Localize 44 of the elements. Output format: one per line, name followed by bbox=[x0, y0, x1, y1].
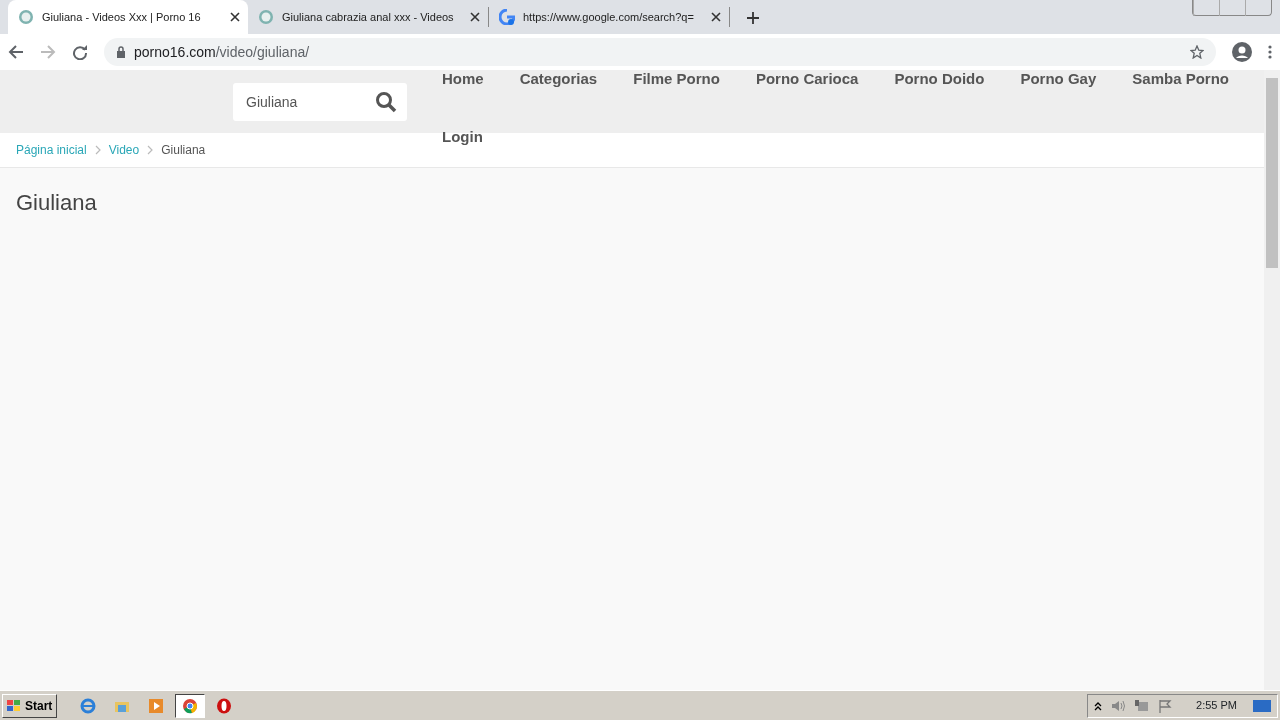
chevron-icon bbox=[94, 145, 101, 155]
address-bar[interactable]: porno16.com/video/giuliana/ bbox=[104, 38, 1216, 66]
chevron-up-icon[interactable] bbox=[1094, 700, 1103, 711]
nav-link[interactable]: Porno Doido bbox=[894, 70, 985, 88]
account-icon[interactable] bbox=[1232, 42, 1252, 62]
browser-tab[interactable]: Giuliana cabrazia anal xxx - Videos bbox=[248, 0, 488, 34]
star-icon[interactable] bbox=[1190, 45, 1204, 59]
search-field[interactable]: Giuliana bbox=[233, 83, 407, 121]
nav-link[interactable]: Categorias bbox=[519, 70, 598, 88]
flag-icon[interactable] bbox=[1158, 698, 1173, 713]
breadcrumb-current: Giuliana bbox=[161, 142, 206, 159]
clock-time: 2:55 PM bbox=[1196, 698, 1237, 714]
chevron-icon bbox=[147, 145, 154, 155]
back-icon[interactable] bbox=[8, 44, 24, 60]
network-icon[interactable] bbox=[1134, 698, 1151, 713]
nav-link[interactable]: Porno Carioca bbox=[755, 70, 859, 88]
nav-link[interactable]: Home bbox=[442, 70, 484, 88]
page-title: Giuliana bbox=[16, 190, 98, 217]
start-button[interactable]: Start bbox=[2, 693, 58, 718]
close-icon[interactable] bbox=[711, 12, 721, 22]
opera-icon[interactable] bbox=[216, 697, 233, 714]
nav-link[interactable]: Porno Gay bbox=[1020, 70, 1097, 88]
browser-tab[interactable]: Giuliana - Videos Xxx | Porno 16 bbox=[8, 0, 248, 34]
menu-icon[interactable] bbox=[1268, 44, 1272, 60]
media-player-icon[interactable] bbox=[148, 697, 165, 714]
close-icon[interactable] bbox=[230, 12, 240, 22]
ie-icon[interactable] bbox=[80, 697, 97, 714]
close-icon[interactable] bbox=[470, 12, 480, 22]
nav-link[interactable]: Filme Porno bbox=[633, 70, 720, 88]
nav-link[interactable]: Login bbox=[442, 128, 483, 146]
browser-tab[interactable]: https://www.google.com/search?q= bbox=[489, 0, 729, 34]
search-icon[interactable] bbox=[375, 91, 397, 113]
desktop-icon[interactable] bbox=[1253, 698, 1271, 713]
windows-logo-icon bbox=[7, 699, 21, 712]
nav-link[interactable]: Samba Porno bbox=[1132, 70, 1229, 88]
chrome-icon[interactable] bbox=[182, 697, 199, 714]
site-icon bbox=[18, 9, 34, 25]
reload-icon[interactable] bbox=[72, 44, 88, 60]
new-tab-icon[interactable] bbox=[746, 10, 760, 25]
url-text: porno16.com/video/giuliana/ bbox=[134, 42, 310, 62]
lock-icon bbox=[116, 46, 126, 58]
window-controls[interactable] bbox=[1192, 0, 1272, 16]
google-icon bbox=[499, 9, 515, 25]
site-icon bbox=[258, 9, 274, 25]
